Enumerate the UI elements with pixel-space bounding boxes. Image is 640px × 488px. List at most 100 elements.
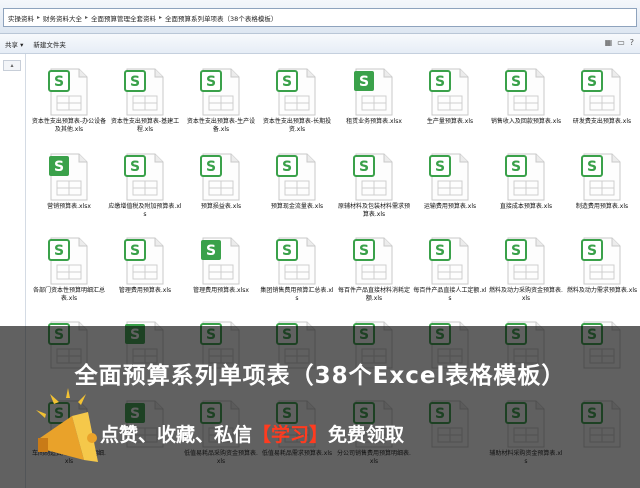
breadcrumb-separator-icon: ▸	[37, 14, 41, 21]
view-options-icon[interactable]: ▦	[605, 38, 613, 47]
file-item[interactable]: S 应缴增值税及附加预算表.xls	[107, 143, 183, 229]
file-name: 管理费用预算表.xls	[118, 287, 172, 294]
xls-file-icon: S	[48, 68, 88, 116]
svg-text:S: S	[511, 243, 521, 259]
file-name: 营销预算表.xlsx	[47, 203, 91, 210]
banner-title: 全面预算系列单项表（38个Excel表格模板）	[74, 363, 566, 389]
file-name: 每百件产品直接人工定额.xls	[413, 287, 487, 302]
file-item[interactable]: S 每百件产品直接人工定额.xls	[412, 227, 488, 313]
xls-file-icon: S	[353, 237, 393, 285]
xls-file-icon: S	[200, 153, 240, 201]
svg-text:S: S	[359, 159, 369, 175]
file-item[interactable]: S 制造费用预算表.xls	[564, 143, 640, 229]
file-item[interactable]: S 生产量预算表.xls	[412, 58, 488, 144]
svg-text:S: S	[511, 74, 521, 90]
file-item[interactable]: S 原辅材料及包装材料需求预算表.xls	[336, 143, 412, 229]
breadcrumb-item[interactable]: 实操资料	[8, 13, 34, 23]
file-name: 租赁业务预算表.xlsx	[346, 118, 402, 125]
file-name: 应缴增值税及附加预算表.xls	[108, 203, 182, 218]
file-name: 研发费支出预算表.xls	[572, 118, 632, 125]
breadcrumb-separator-icon: ▸	[85, 14, 89, 21]
xls-file-icon: S	[276, 68, 316, 116]
xls-file-icon: S	[581, 153, 621, 201]
file-item[interactable]: S 燃料及动力需求预算表.xls	[564, 227, 640, 313]
xls-file-icon: S	[581, 68, 621, 116]
file-item[interactable]: S 研发费支出预算表.xls	[564, 58, 640, 144]
address-bar[interactable]: 实操资料 ▸ 财务资料大全 ▸ 全面预算管理全套资料 ▸ 全面预算系列单项表（38个表…	[3, 8, 637, 27]
preview-pane-icon[interactable]: ▭	[617, 38, 625, 47]
file-item[interactable]: S 租赁业务预算表.xlsx	[336, 58, 412, 144]
xls-file-icon: S	[505, 237, 545, 285]
share-button[interactable]: 共享 ▾	[0, 39, 28, 49]
file-item[interactable]: S 资本性支出预算表-办公设备及其他.xls	[31, 58, 107, 144]
svg-text:S: S	[206, 243, 216, 259]
nav-collapse-button[interactable]: ▴	[3, 60, 21, 71]
file-name: 直接成本预算表.xls	[499, 203, 553, 210]
address-bar-area: 实操资料 ▸ 财务资料大全 ▸ 全面预算管理全套资料 ▸ 全面预算系列单项表（38个表…	[0, 0, 640, 34]
xls-file-icon: S	[200, 68, 240, 116]
xls-file-icon: S	[353, 153, 393, 201]
svg-text:S: S	[359, 243, 369, 259]
megaphone-icon	[36, 388, 98, 462]
file-name: 资本性支出预算表-生产设备.xls	[186, 118, 256, 133]
svg-text:S: S	[359, 74, 369, 90]
file-item[interactable]: S 管理费用预算表.xlsx	[183, 227, 259, 313]
file-name: 资本性支出预算表-基建工程.xls	[110, 118, 180, 133]
svg-text:S: S	[587, 159, 597, 175]
file-name: 各部门资本性预算明细汇总表.xls	[32, 287, 105, 302]
xls-file-icon: S	[429, 68, 469, 116]
file-name: 燃料及动力需求预算表.xls	[566, 287, 638, 294]
file-item[interactable]: S 运输费用预算表.xls	[412, 143, 488, 229]
file-item[interactable]: S 管理费用预算表.xls	[107, 227, 183, 313]
xls-file-icon: S	[276, 237, 316, 285]
file-item[interactable]: S 资本性支出预算表-长期投资.xls	[259, 58, 335, 144]
file-item[interactable]: S 资本性支出预算表-生产设备.xls	[183, 58, 259, 144]
svg-text:S: S	[587, 243, 597, 259]
file-item[interactable]: S 每百件产品直接材料消耗定额.xls	[336, 227, 412, 313]
promo-banner: 全面预算系列单项表（38个Excel表格模板） 点赞、收藏、私信【学习】免费领取	[0, 326, 640, 488]
svg-text:S: S	[206, 159, 216, 175]
view-controls: ▦ ▭ ?	[605, 38, 634, 47]
file-item[interactable]: S 各部门资本性预算明细汇总表.xls	[31, 227, 107, 313]
breadcrumb-item[interactable]: 全面预算管理全套资料	[91, 13, 156, 23]
call-to-action: 点赞、收藏、私信【学习】免费领取	[100, 420, 404, 447]
cta-prefix: 点赞、收藏、私信	[100, 424, 253, 446]
svg-text:S: S	[282, 243, 292, 259]
svg-text:S: S	[435, 243, 445, 259]
breadcrumb-item[interactable]: 全面预算系列单项表（38个表格模板）	[165, 13, 277, 23]
file-name: 销售收入及回款预算表.xls	[490, 118, 562, 125]
help-icon[interactable]: ?	[630, 38, 634, 47]
svg-text:S: S	[587, 74, 597, 90]
file-name: 原辅材料及包装材料需求预算表.xls	[337, 203, 410, 218]
file-name: 运输费用预算表.xls	[423, 203, 477, 210]
file-name: 预算现金流量表.xls	[270, 203, 324, 210]
svg-text:S: S	[54, 159, 64, 175]
breadcrumb-item[interactable]: 财务资料大全	[43, 13, 82, 23]
file-item[interactable]: S 营销预算表.xlsx	[31, 143, 107, 229]
file-item[interactable]: S 直接成本预算表.xls	[488, 143, 564, 229]
file-item[interactable]: S 预算现金流量表.xls	[259, 143, 335, 229]
svg-text:S: S	[282, 74, 292, 90]
svg-text:S: S	[511, 159, 521, 175]
xls-file-icon: S	[429, 237, 469, 285]
svg-text:S: S	[54, 74, 64, 90]
file-item[interactable]: S 燃料及动力采购资金预算表.xls	[488, 227, 564, 313]
file-item[interactable]: S 资本性支出预算表-基建工程.xls	[107, 58, 183, 144]
xls-file-icon: S	[581, 237, 621, 285]
file-name: 管理费用预算表.xlsx	[193, 287, 249, 294]
file-item[interactable]: S 预算损益表.xls	[183, 143, 259, 229]
file-name: 每百件产品直接材料消耗定额.xls	[337, 287, 410, 302]
cta-highlight: 【学习】	[252, 424, 329, 446]
file-item[interactable]: S 销售收入及回款预算表.xls	[488, 58, 564, 144]
xls-file-icon: S	[429, 153, 469, 201]
cta-suffix: 免费领取	[328, 424, 405, 446]
svg-text:S: S	[206, 74, 216, 90]
file-name: 预算损益表.xls	[200, 203, 242, 210]
svg-text:S: S	[130, 74, 140, 90]
new-folder-button[interactable]: 新建文件夹	[28, 39, 71, 49]
xls-file-icon: S	[505, 68, 545, 116]
xls-file-icon: S	[276, 153, 316, 201]
file-item[interactable]: S 集团销售费用预算汇总表.xls	[259, 227, 335, 313]
file-name: 资本性支出预算表-办公设备及其他.xls	[31, 118, 107, 133]
breadcrumb-separator-icon: ▸	[159, 14, 163, 21]
